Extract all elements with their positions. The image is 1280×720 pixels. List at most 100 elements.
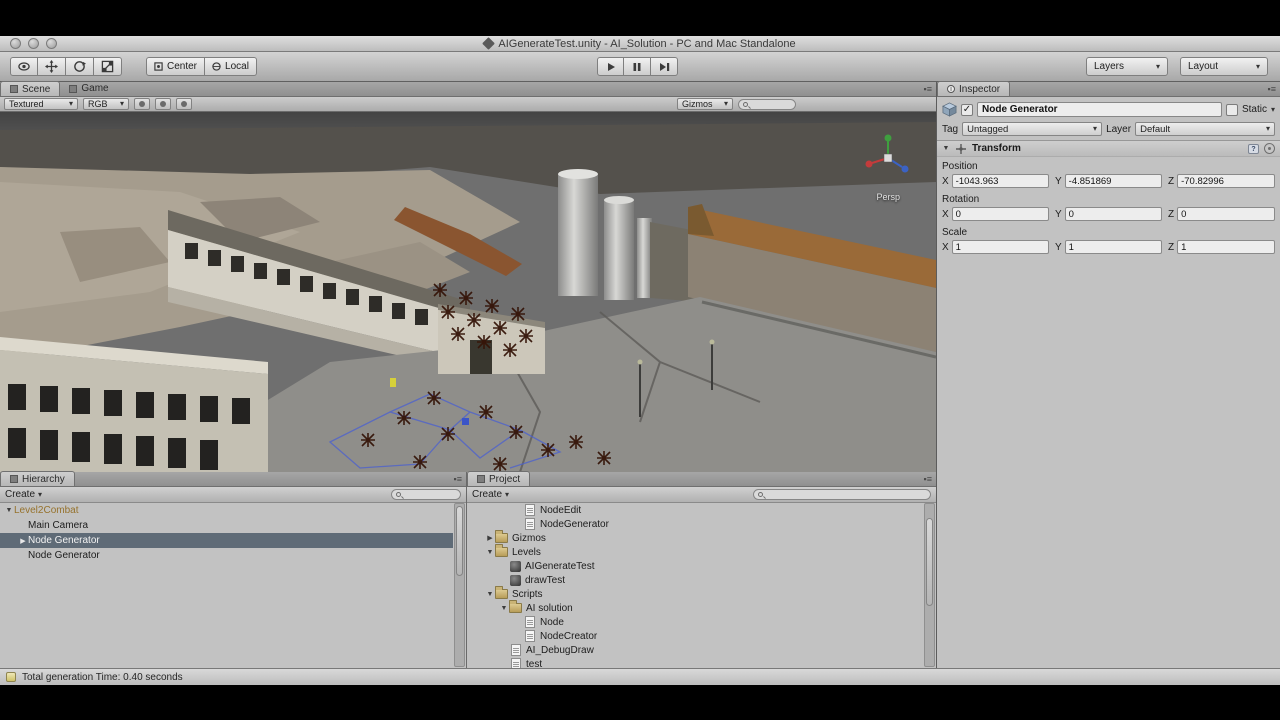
layers-dropdown[interactable]: Layers <box>1086 57 1168 76</box>
layer-label: Layer <box>1106 124 1131 135</box>
asset-icon <box>510 575 521 586</box>
scale-tool-button[interactable] <box>94 57 122 76</box>
fold-arrow-icon[interactable]: ▼ <box>942 145 950 152</box>
game-overlay-toggle[interactable] <box>155 98 171 110</box>
layer-dropdown[interactable]: Default <box>1135 122 1275 136</box>
fold-arrow-icon[interactable] <box>485 591 495 598</box>
play-button[interactable] <box>597 57 624 76</box>
tag-dropdown[interactable]: Untagged <box>962 122 1102 136</box>
project-item[interactable]: NodeGenerator <box>467 517 923 531</box>
fold-arrow-icon[interactable] <box>485 534 495 542</box>
gear-icon[interactable] <box>1264 143 1275 154</box>
search-icon <box>743 102 748 107</box>
tab-scene[interactable]: Scene <box>0 81 60 96</box>
panel-menu-icon[interactable]: ▪≡ <box>1268 84 1276 94</box>
hierarchy-search-input[interactable] <box>391 489 461 500</box>
position-z-field[interactable]: -70.82996 <box>1177 174 1275 188</box>
window-titlebar[interactable]: AIGenerateTest.unity - AI_Solution - PC … <box>0 36 1280 52</box>
minimize-window-icon[interactable] <box>28 38 39 49</box>
fold-arrow-icon[interactable] <box>4 507 14 514</box>
perspective-mode-label[interactable]: Persp <box>876 192 900 202</box>
close-window-icon[interactable] <box>10 38 21 49</box>
help-icon[interactable]: ? <box>1248 144 1259 154</box>
status-bar[interactable]: Total generation Time: 0.40 seconds <box>0 668 1280 685</box>
project-item[interactable]: AI solution <box>467 601 923 615</box>
chevron-down-icon <box>1266 125 1270 133</box>
project-create-button[interactable]: Create <box>472 489 509 500</box>
tag-layer-row: Tag Untagged Layer Default <box>937 120 1280 140</box>
project-item[interactable]: Gizmos <box>467 531 923 545</box>
scale-y-field[interactable]: 1 <box>1065 240 1162 254</box>
tab-hierarchy[interactable]: Hierarchy <box>0 471 75 486</box>
tab-project[interactable]: Project <box>467 471 530 486</box>
scale-x-field[interactable]: 1 <box>952 240 1049 254</box>
hierarchy-item[interactable]: Main Camera <box>0 518 453 533</box>
layout-dropdown[interactable]: Layout <box>1180 57 1268 76</box>
panel-menu-icon[interactable]: ▪≡ <box>924 84 932 94</box>
rotation-z-field[interactable]: 0 <box>1177 207 1275 221</box>
fold-arrow-icon[interactable] <box>485 549 495 556</box>
static-options-icon[interactable] <box>1271 106 1275 114</box>
chevron-down-icon <box>38 491 42 499</box>
render-channel-label: RGB <box>88 99 108 109</box>
audio-toggle[interactable] <box>176 98 192 110</box>
project-item[interactable]: NodeCreator <box>467 629 923 643</box>
fold-arrow-icon[interactable] <box>18 537 28 545</box>
scene-viewport[interactable]: Persp <box>0 112 936 472</box>
play-icon <box>606 62 616 72</box>
rotate-tool-button[interactable] <box>66 57 94 76</box>
active-checkbox[interactable] <box>961 104 973 116</box>
hierarchy-scrollbar[interactable] <box>454 503 465 667</box>
gizmos-dropdown[interactable]: Gizmos <box>677 98 733 110</box>
object-name-field[interactable]: Node Generator <box>977 102 1222 117</box>
scale-label: Scale <box>937 223 1280 239</box>
hierarchy-create-button[interactable]: Create <box>5 489 42 500</box>
search-icon <box>396 492 401 497</box>
zoom-window-icon[interactable] <box>46 38 57 49</box>
unity-editor-window: AIGenerateTest.unity - AI_Solution - PC … <box>0 0 1280 720</box>
tab-game[interactable]: Game <box>60 81 117 96</box>
project-scrollbar[interactable] <box>924 503 935 667</box>
hand-tool-button[interactable] <box>10 57 38 76</box>
project-item[interactable]: NodeEdit <box>467 503 923 517</box>
project-item[interactable]: Scripts <box>467 587 923 601</box>
local-space-button[interactable]: Local <box>205 57 257 76</box>
project-item[interactable]: drawTest <box>467 573 923 587</box>
scale-tool-icon <box>101 60 114 73</box>
project-item[interactable]: Levels <box>467 545 923 559</box>
static-checkbox[interactable] <box>1226 104 1238 116</box>
pause-icon <box>632 62 642 72</box>
fold-arrow-icon[interactable] <box>499 605 509 612</box>
step-button[interactable] <box>651 57 678 76</box>
scene-viewport-render[interactable] <box>0 112 936 472</box>
local-space-icon <box>212 62 221 71</box>
hierarchy-item[interactable]: Node Generator <box>0 548 453 563</box>
scrollbar-thumb[interactable] <box>456 506 463 576</box>
center-pivot-button[interactable]: Center <box>146 57 205 76</box>
project-item[interactable]: AIGenerateTest <box>467 559 923 573</box>
rotation-x-field[interactable]: 0 <box>952 207 1049 221</box>
panel-menu-icon[interactable]: ▪≡ <box>454 474 462 484</box>
project-search-input[interactable] <box>753 489 931 500</box>
scrollbar-thumb[interactable] <box>926 518 933 606</box>
panel-menu-icon[interactable]: ▪≡ <box>924 474 932 484</box>
rotation-y-field[interactable]: 0 <box>1065 207 1162 221</box>
project-item[interactable]: Node <box>467 615 923 629</box>
hierarchy-item[interactable]: Node Generator <box>0 533 453 548</box>
draw-mode-dropdown[interactable]: Textured <box>4 98 78 110</box>
chevron-down-icon <box>69 100 73 108</box>
hierarchy-item[interactable]: Level2Combat <box>0 503 453 518</box>
position-y-field[interactable]: -4.851869 <box>1065 174 1162 188</box>
scale-z-field[interactable]: 1 <box>1177 240 1275 254</box>
pause-button[interactable] <box>624 57 651 76</box>
render-channel-dropdown[interactable]: RGB <box>83 98 129 110</box>
transform-component-header[interactable]: ▼ Transform ? <box>937 140 1280 157</box>
tab-inspector[interactable]: i Inspector <box>937 81 1010 96</box>
lighting-toggle[interactable] <box>134 98 150 110</box>
project-item[interactable]: test <box>467 657 923 668</box>
hierarchy-toolbar: Create <box>0 487 466 503</box>
project-item[interactable]: AI_DebugDraw <box>467 643 923 657</box>
position-x-field[interactable]: -1043.963 <box>952 174 1049 188</box>
scene-search-input[interactable] <box>738 99 796 110</box>
move-tool-button[interactable] <box>38 57 66 76</box>
